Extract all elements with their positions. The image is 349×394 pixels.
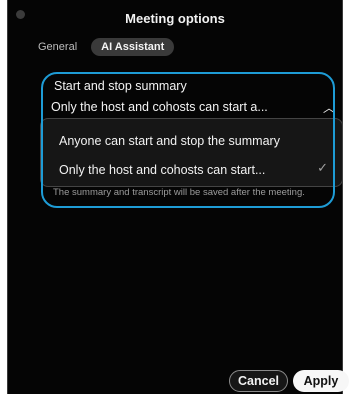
dropdown-menu: Anyone can start and stop the summary On… <box>40 118 343 187</box>
window-title: Meeting options <box>125 11 225 26</box>
apply-button[interactable]: Apply <box>293 370 349 392</box>
tab-ai-assistant[interactable]: AI Assistant <box>91 38 175 56</box>
cancel-button[interactable]: Cancel <box>229 370 288 392</box>
tab-bar: General AI Assistant <box>38 38 175 56</box>
option-anyone[interactable]: Anyone can start and stop the summary <box>59 134 280 148</box>
meeting-options-window: Meeting options General AI Assistant Sta… <box>7 0 349 394</box>
summary-permission-dropdown[interactable]: Only the host and cohosts can start a...… <box>45 96 343 118</box>
check-icon: ✓ <box>317 160 328 175</box>
summary-note: The summary and transcript will be saved… <box>53 187 305 198</box>
dropdown-selected-value: Only the host and cohosts can start a... <box>51 100 268 114</box>
tab-general[interactable]: General <box>38 41 77 53</box>
summary-section-label: Start and stop summary <box>54 79 187 93</box>
chevron-up-icon: ︿ <box>322 100 335 115</box>
option-host-cohosts[interactable]: Only the host and cohosts can start... <box>59 163 265 177</box>
